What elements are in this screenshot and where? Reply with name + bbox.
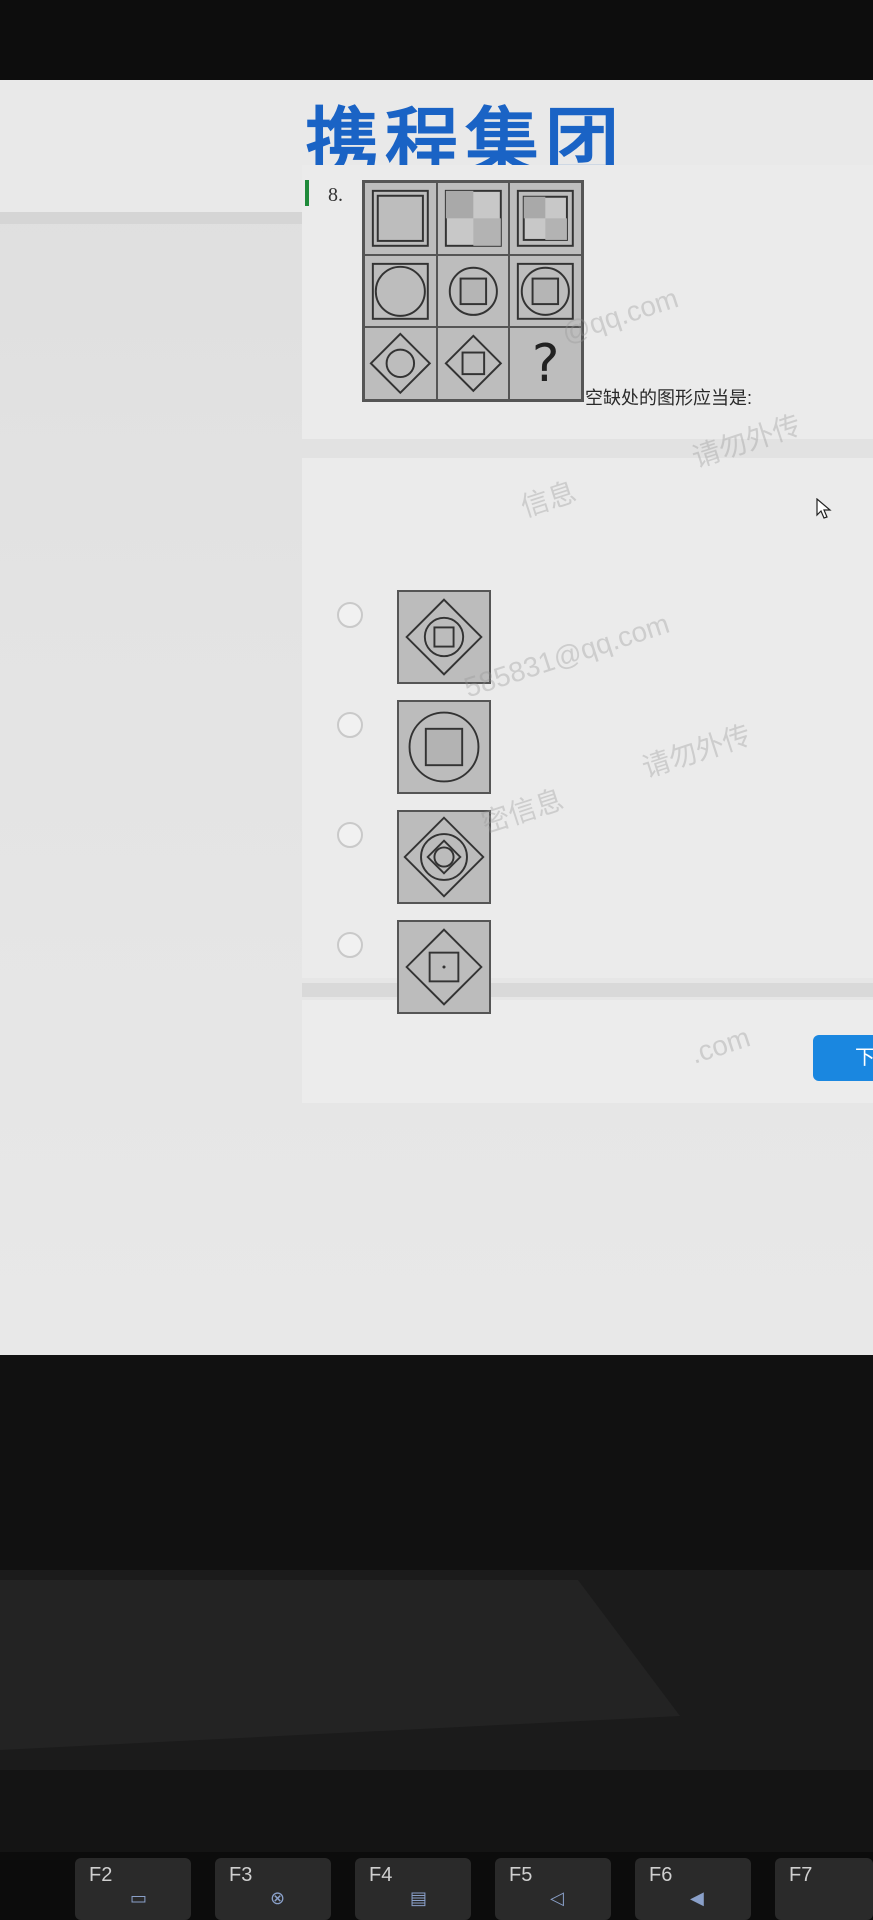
answer-option-d[interactable]	[302, 920, 873, 1020]
key-f6[interactable]: F6 ◀	[635, 1858, 751, 1920]
question-number: 8.	[328, 184, 343, 206]
monitor-bezel-bottom	[0, 1355, 873, 1570]
matrix-cell	[436, 327, 510, 400]
question-prompt: 空缺处的图形应当是:	[585, 388, 753, 408]
matrix-cell	[364, 327, 437, 400]
keyboard-backlight-icon: ▭	[130, 1888, 148, 1908]
matrix-cell	[436, 182, 510, 255]
answer-option-c[interactable]	[302, 810, 873, 910]
key-f4[interactable]: F4 ▤	[355, 1858, 471, 1920]
mouse-cursor-icon	[816, 498, 832, 519]
option-figure[interactable]	[397, 920, 491, 1014]
question-accent-bar	[305, 180, 309, 206]
option-radio[interactable]	[337, 932, 363, 958]
option-figure[interactable]	[397, 700, 491, 794]
key-label: F3	[229, 1864, 253, 1886]
keyboard-icon: ▤	[410, 1888, 428, 1908]
key-f2[interactable]: F2 ▭	[75, 1858, 191, 1920]
option-radio[interactable]	[337, 712, 363, 738]
matrix-cell	[364, 254, 437, 328]
key-label: F4	[369, 1864, 393, 1886]
option-figure[interactable]	[397, 810, 491, 904]
matrix-cell	[364, 182, 437, 255]
key-label: F6	[649, 1864, 673, 1886]
next-button[interactable]: 下	[813, 1035, 873, 1081]
option-radio[interactable]	[337, 822, 363, 848]
key-f5[interactable]: F5 ◁	[495, 1858, 611, 1920]
key-f7[interactable]: F7	[775, 1858, 873, 1920]
question-figure-matrix: ?	[362, 180, 584, 402]
matrix-cell	[436, 254, 510, 328]
option-radio[interactable]	[337, 602, 363, 628]
volume-up-icon: ◀	[690, 1888, 704, 1908]
question-mark: ?	[531, 333, 560, 394]
matrix-cell	[509, 182, 582, 255]
key-f3[interactable]: F3 ⊗	[215, 1858, 331, 1920]
key-label: F5	[509, 1864, 533, 1886]
key-label: F7	[789, 1864, 813, 1886]
mute-icon: ⊗	[270, 1888, 286, 1908]
volume-down-icon: ◁	[550, 1888, 564, 1908]
answer-option-b[interactable]	[302, 700, 873, 800]
key-label: F2	[89, 1864, 113, 1886]
monitor-bezel-top	[0, 0, 873, 80]
